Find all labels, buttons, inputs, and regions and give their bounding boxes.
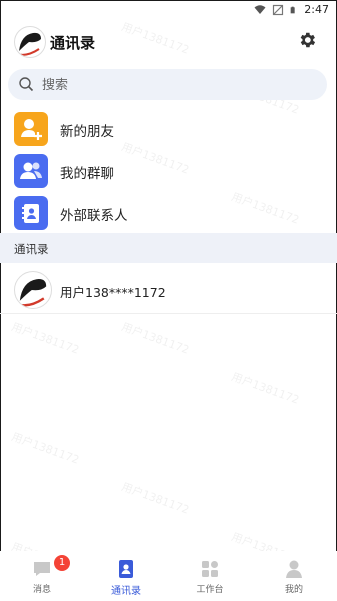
status-bar: 2:47 — [0, 0, 337, 20]
watermark: 用户1381172 — [9, 430, 81, 467]
bottom-tab-bar: 1 消息 通讯录 工作台 我的 — [0, 551, 337, 601]
watermark: 用户1381172 — [9, 320, 81, 357]
user-avatar[interactable] — [14, 26, 46, 58]
contact-row[interactable]: 用户138****1172 — [0, 267, 337, 314]
menu-item-label: 外部联系人 — [60, 208, 128, 224]
contacts-icon — [119, 560, 133, 578]
section-title: 通讯录 — [14, 242, 49, 256]
watermark: 用户1381172 — [119, 320, 191, 357]
tab-label: 工作台 — [196, 585, 224, 595]
wifi-icon — [254, 4, 266, 14]
message-icon — [34, 562, 50, 576]
tab-workbench[interactable]: 工作台 — [168, 551, 252, 601]
search-icon — [19, 77, 34, 92]
search-bar[interactable] — [8, 69, 327, 100]
unread-badge: 1 — [54, 555, 70, 571]
signal-icon — [273, 4, 284, 15]
tab-messages[interactable]: 1 消息 — [0, 551, 84, 601]
menu-item-external-contacts[interactable]: 外部联系人 — [0, 193, 337, 233]
add-friend-icon — [14, 112, 48, 146]
profile-icon — [286, 560, 302, 578]
app-header: 通讯录 — [0, 20, 337, 64]
status-time: 2:47 — [304, 3, 329, 16]
section-header: 通讯录 — [0, 233, 337, 263]
watermark: 用户1381172 — [229, 370, 301, 407]
menu-item-label: 新的朋友 — [60, 124, 114, 140]
group-icon — [14, 154, 48, 188]
menu-item-my-groups[interactable]: 我的群聊 — [0, 151, 337, 191]
avatar-logo-icon — [16, 32, 41, 56]
contact-book-icon — [14, 196, 48, 230]
tab-label: 我的 — [284, 585, 303, 595]
avatar-logo-icon — [17, 279, 47, 307]
contact-avatar — [14, 271, 52, 309]
page-title: 通讯录 — [50, 34, 96, 52]
search-input[interactable] — [40, 74, 314, 96]
settings-gear-icon[interactable] — [297, 30, 317, 50]
tab-profile[interactable]: 我的 — [252, 551, 336, 601]
tab-label: 消息 — [32, 585, 51, 595]
tab-contacts[interactable]: 通讯录 — [84, 551, 168, 601]
menu-item-label: 我的群聊 — [60, 166, 114, 182]
watermark: 用户1381172 — [119, 480, 191, 517]
workbench-icon — [202, 561, 218, 577]
tab-label: 通讯录 — [111, 586, 141, 597]
contact-name: 用户138****1172 — [60, 285, 166, 300]
menu-item-new-friends[interactable]: 新的朋友 — [0, 109, 337, 149]
battery-icon — [290, 6, 295, 13]
